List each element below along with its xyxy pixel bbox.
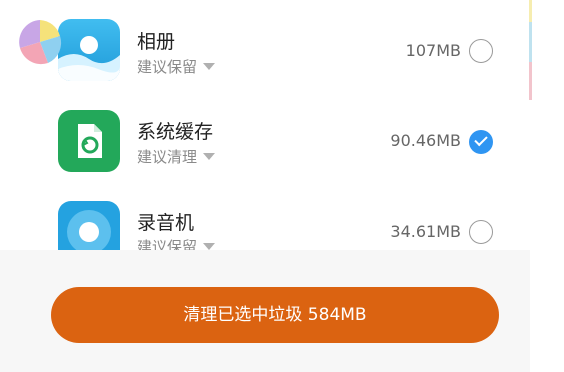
gallery-icon bbox=[58, 19, 120, 81]
suggestion-dropdown[interactable]: 建议保留 bbox=[137, 236, 216, 250]
list-item-recorder[interactable]: 录音机 建议保留 34.61MB bbox=[0, 185, 530, 250]
select-checkbox[interactable] bbox=[469, 39, 493, 63]
file-size: 34.61MB bbox=[390, 222, 461, 241]
app-name: 系统缓存 bbox=[137, 121, 214, 143]
select-checkbox[interactable] bbox=[469, 220, 493, 244]
suggestion-dropdown[interactable]: 建议保留 bbox=[137, 56, 216, 77]
suggestion-label: 建议清理 bbox=[137, 148, 198, 166]
app-name: 录音机 bbox=[137, 212, 195, 234]
app-name: 相册 bbox=[137, 31, 176, 53]
app-list: 相册 建议保留 107MB 系统缓存 建议清理 90.46MB 录音机 建议保留… bbox=[0, 0, 530, 250]
caret-down-icon bbox=[203, 243, 216, 250]
clean-selected-button[interactable]: 清理已选中垃圾 584MB bbox=[51, 287, 499, 343]
scroll-rail-segment bbox=[529, 0, 532, 22]
list-item-system-cache[interactable]: 系统缓存 建议清理 90.46MB bbox=[0, 95, 530, 183]
scroll-rail-segment bbox=[529, 62, 532, 100]
select-checkbox-checked[interactable] bbox=[469, 130, 493, 154]
suggestion-label: 建议保留 bbox=[137, 238, 198, 250]
file-size: 107MB bbox=[405, 41, 461, 60]
scroll-rail-segment bbox=[529, 22, 532, 62]
suggestion-dropdown[interactable]: 建议清理 bbox=[137, 146, 216, 167]
list-item-gallery[interactable]: 相册 建议保留 107MB bbox=[0, 5, 530, 93]
suggestion-label: 建议保留 bbox=[137, 58, 198, 76]
caret-down-icon bbox=[203, 63, 216, 70]
app-logo-icon bbox=[18, 18, 62, 66]
caret-down-icon bbox=[203, 153, 216, 160]
file-size: 90.46MB bbox=[390, 131, 461, 150]
system-cache-icon bbox=[58, 110, 120, 172]
recorder-icon bbox=[58, 201, 120, 250]
